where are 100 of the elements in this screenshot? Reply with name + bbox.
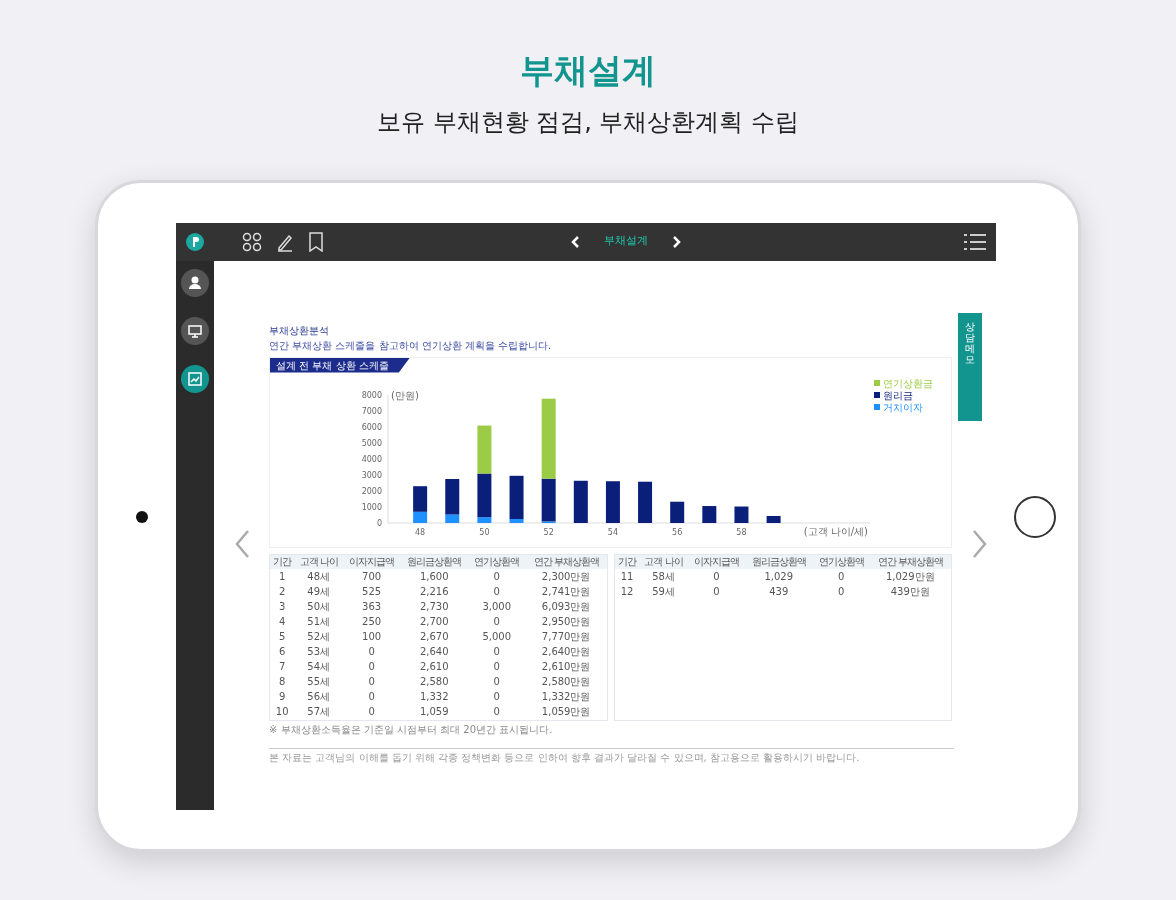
table-cell-text: 525 xyxy=(361,584,383,599)
x-axis-unit: (고객 나이/세) xyxy=(803,525,868,537)
y-axis-label: 5000 xyxy=(361,438,382,448)
table-cell-text: 50세 xyxy=(306,599,332,614)
menu-icon[interactable] xyxy=(964,232,986,251)
app-logo-icon xyxy=(186,232,204,251)
table-cell-text: 2,670 xyxy=(418,629,450,644)
table-cell-text: 439 xyxy=(768,584,790,599)
table-cell-text: 2,700 xyxy=(418,614,450,629)
table-cell-text: 10 xyxy=(274,704,290,719)
table-cell: 58세 xyxy=(639,568,688,584)
table-cell-text: 55세 xyxy=(306,674,332,689)
home-button[interactable] xyxy=(1014,496,1056,538)
subheadline: 보유 부채현황 점검, 부채상환계획 수립 xyxy=(376,107,800,138)
table-cell-text: 2,216 xyxy=(418,584,450,599)
table-cell-text: 52세 xyxy=(306,629,332,644)
table-cell-text: 3 xyxy=(277,599,287,614)
table-cell-text: 7 xyxy=(277,659,287,674)
table-cell-text: 5 xyxy=(277,629,287,644)
table-cell-text: 9 xyxy=(277,689,287,704)
rail-button[interactable] xyxy=(181,316,209,345)
rail-button[interactable] xyxy=(181,364,209,393)
column-header: 기간 xyxy=(270,554,295,569)
table-cell-text: 0 xyxy=(367,644,376,659)
table-cell-text: 0 xyxy=(492,689,501,704)
table-cell-text: 0 xyxy=(367,689,376,704)
table-cell-text: 56세 xyxy=(306,689,332,704)
bookmark-icon[interactable] xyxy=(308,231,324,252)
bar-segment xyxy=(670,501,685,523)
column-header: 이자지급액 xyxy=(343,554,401,569)
table-cell-text: 1,332 xyxy=(418,689,450,704)
table-cell: 2,300만원 xyxy=(525,568,607,584)
table-cell-text: 2,610만원 xyxy=(540,659,592,674)
column-header: 고객 나이 xyxy=(639,554,688,569)
bar-segment xyxy=(605,480,620,523)
table-cell-text: 2,640만원 xyxy=(540,644,592,659)
table-cell-text: 0 xyxy=(492,584,501,599)
x-axis-label: 56 xyxy=(672,527,683,537)
table-cell-text: 2 xyxy=(277,584,287,599)
table-cell-text: 0 xyxy=(367,704,376,719)
legend-label: 원리금 xyxy=(883,389,913,401)
table-cell-text: 5,000 xyxy=(481,629,513,644)
table-cell-text: 0 xyxy=(836,584,846,599)
disclaimer-text: 본 자료는 고객님의 이해를 돕기 위해 각종 정책변화 등으로 인하여 향후 결과가 달라질 수 있으며, 참고용으로 활용하시기 바랍니다. xyxy=(269,750,861,764)
table-cell-text: 1,332만원 xyxy=(540,689,592,704)
table-footnote: ※ 부채상환소득율은 기준일 시점부터 최대 20년간 표시됩니다. xyxy=(269,722,554,736)
y-axis-label: 2000 xyxy=(361,486,382,496)
table-cell-text: 4 xyxy=(277,614,287,629)
table-cell-text: 6 xyxy=(277,644,287,659)
table-cell-text: 3,000 xyxy=(481,599,513,614)
table-cell: 1,600 xyxy=(400,568,469,584)
table-cell-text: 0 xyxy=(712,584,721,599)
column-header: 연기상환액 xyxy=(812,554,870,569)
table-cell-text: 439만원 xyxy=(889,584,931,599)
grid-icon[interactable] xyxy=(242,231,262,252)
y-axis-label: 0 xyxy=(376,518,382,528)
table-cell-text: 0 xyxy=(492,614,501,629)
chart-title-banner: 설계 전 부채 상환 스케줄 xyxy=(270,357,410,373)
table-cell-text: 57세 xyxy=(306,704,332,719)
table-cell-text: 54세 xyxy=(306,659,332,674)
y-axis-label: 1000 xyxy=(361,502,382,512)
table-cell-text: 0 xyxy=(492,704,501,719)
table-cell-text: 1,059만원 xyxy=(540,704,592,719)
bar-segment xyxy=(766,515,781,523)
table-cell-text: 7,770만원 xyxy=(540,629,592,644)
bar-segment xyxy=(702,505,717,523)
y-axis-label: 3000 xyxy=(361,470,382,480)
table-cell: 0 xyxy=(812,568,870,584)
table-cell-text: 1,059 xyxy=(418,704,450,719)
column-header: 원리금상환액 xyxy=(400,554,469,569)
legend-label: 연기상환금 xyxy=(883,377,933,389)
x-axis-label: 50 xyxy=(479,527,490,537)
table-cell-text: 59세 xyxy=(651,584,676,599)
x-axis-label: 52 xyxy=(543,527,554,537)
column-header: 연간 부채상환액 xyxy=(869,554,951,569)
table-cell-text: 12 xyxy=(619,584,635,599)
table-cell-text: 2,741만원 xyxy=(540,584,592,599)
table-cell-text: 2,580만원 xyxy=(540,674,592,689)
table-cell-text: 2,730 xyxy=(418,599,450,614)
bar-segment xyxy=(638,481,653,523)
table-cell-text: 2,640 xyxy=(418,644,450,659)
table-cell-text: 250 xyxy=(361,614,383,629)
y-axis-label: 8000 xyxy=(361,390,382,400)
table-cell: 0 xyxy=(687,568,745,584)
table-cell: 11 xyxy=(615,568,640,584)
side-tab[interactable]: 상담메모 xyxy=(958,312,982,421)
table-cell-text: 51세 xyxy=(306,614,332,629)
table-cell-text: 0 xyxy=(492,674,501,689)
table-cell-text: 2,610 xyxy=(418,659,450,674)
column-header: 원리금상환액 xyxy=(744,554,813,569)
bar-segment xyxy=(477,425,492,474)
rail-button[interactable] xyxy=(181,268,209,297)
column-header: 기간 xyxy=(615,554,640,569)
bar-segment xyxy=(573,480,588,523)
column-header: 고객 나이 xyxy=(294,554,344,569)
column-header: 이자지급액 xyxy=(687,554,745,569)
x-axis-label: 54 xyxy=(607,527,619,537)
table-cell: 48세 xyxy=(294,568,344,584)
y-axis-unit: (만원) xyxy=(391,389,419,401)
table-cell: 0 xyxy=(468,568,526,584)
